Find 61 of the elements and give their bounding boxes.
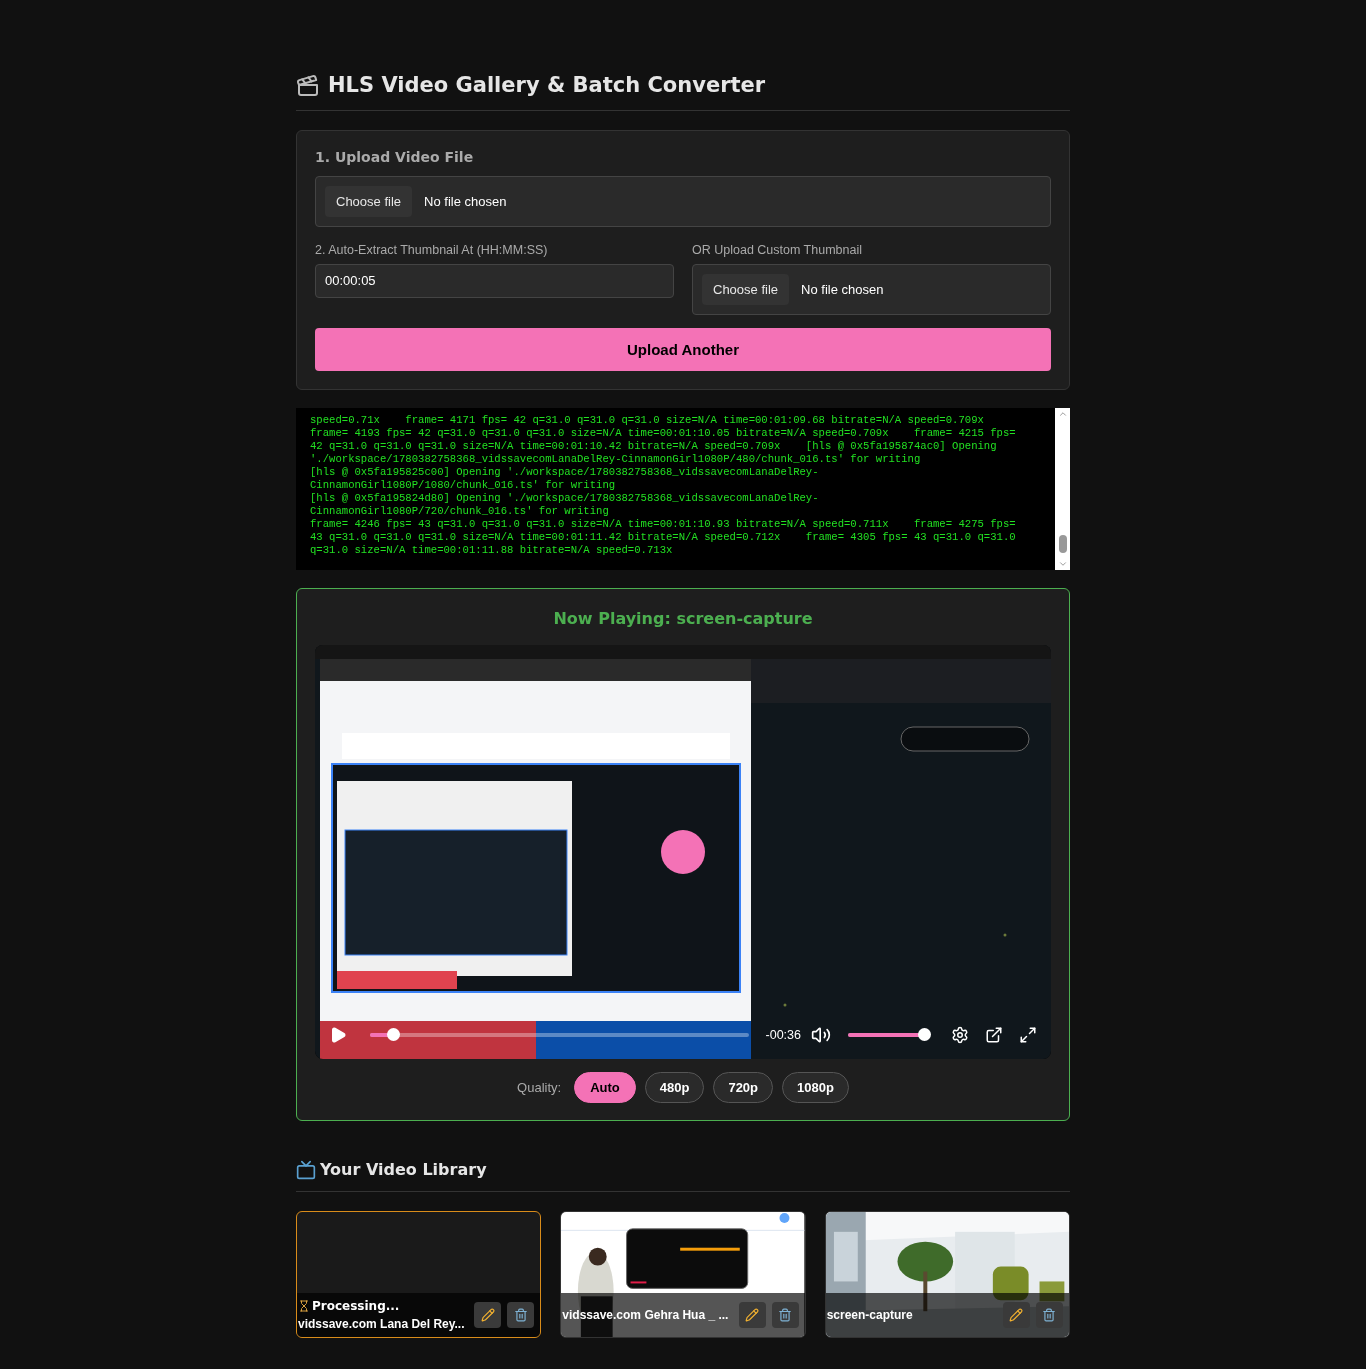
pencil-icon bbox=[745, 1308, 760, 1323]
delete-button[interactable] bbox=[771, 1302, 799, 1329]
log-line: speed=0.71x frame= 4171 fps= 42 q=31.0 q=31.0 q=31.0 size=N/A time=00:01:09.68 bitrate=N/A speed=0.709x bbox=[310, 414, 985, 428]
video-card[interactable]: vidssave.com Gehra Hua _ ... bbox=[560, 1211, 806, 1339]
video-card[interactable]: screen-capture bbox=[824, 1211, 1070, 1339]
file-status: No file chosen bbox=[801, 280, 884, 299]
trash-icon bbox=[778, 1308, 793, 1323]
log-line: 42 q=31.0 q=31.0 q=31.0 size=N/A time=00:01:10.42 bitrate=N/A speed=0.709x [hls @ 0x5fa195874ac0] Opening bbox=[310, 440, 998, 454]
log-line: frame= 4246 fps= 43 q=31.0 q=31.0 q=31.0 size=N/A time=00:01:10.93 bitrate=N/A speed=0.711x frame= 4275 fps= bbox=[310, 518, 1017, 532]
processing-status: Processing... bbox=[312, 1298, 400, 1316]
pencil-icon bbox=[480, 1308, 495, 1323]
rename-button[interactable] bbox=[738, 1302, 766, 1329]
log-line: CinnamonGirl1080P/1080/chunk_016.ts' for writing bbox=[310, 479, 617, 493]
clapperboard-icon bbox=[296, 73, 320, 98]
trash-icon bbox=[513, 1308, 528, 1323]
field-label: OR Upload Custom Thumbnail bbox=[692, 242, 863, 259]
log-line: './workspace/1780382758368_vidssavecomLanaDelRey-CinnamonGirl1080P/480/chunk_016.ts' for writing bbox=[310, 453, 922, 467]
log-line: 43 q=31.0 q=31.0 q=31.0 size=N/A time=00:01:11.42 bitrate=N/A speed=0.712x frame= 4305 fps= 43 q=31.0 q=31.0 bbox=[310, 531, 1017, 545]
pencil-icon bbox=[1009, 1308, 1024, 1323]
log-line: frame= 4193 fps= 42 q=31.0 q=31.0 q=31.0 size=N/A time=00:01:10.05 bitrate=N/A speed=0.709x frame= 4215 fps= bbox=[310, 427, 1017, 441]
tv-icon bbox=[296, 1160, 316, 1181]
page-title: HLS Video Gallery & Batch Converter bbox=[328, 72, 766, 99]
delete-button[interactable] bbox=[1036, 1302, 1063, 1329]
file-input[interactable]: Choose file No file chosen bbox=[315, 175, 1051, 227]
delete-button[interactable] bbox=[507, 1302, 535, 1329]
trash-icon bbox=[1042, 1308, 1057, 1323]
time-remaining: -00:36 bbox=[765, 1026, 801, 1044]
choose-file-button[interactable]: Choose file bbox=[325, 185, 413, 217]
quality-button[interactable]: Auto bbox=[574, 1072, 636, 1104]
scrollbar-thumb[interactable] bbox=[1058, 535, 1067, 554]
video-name: screen-capture bbox=[826, 1307, 913, 1325]
settings-icon[interactable] bbox=[951, 1026, 969, 1045]
video-name: vidssave.com Lana Del Rey... bbox=[298, 1316, 465, 1334]
section-heading: 1. Upload Video File bbox=[315, 147, 475, 167]
field-label: 2. Auto-Extract Thumbnail At (HH:MM:SS) bbox=[315, 242, 549, 259]
volume-icon[interactable] bbox=[811, 1025, 831, 1046]
quality-button[interactable]: 1080p bbox=[782, 1072, 849, 1104]
log-line: [hls @ 0x5fa195825c00] Opening './workspace/1780382758368_vidssavecomLanaDelRey- bbox=[310, 466, 820, 480]
library-title: Your Video Library bbox=[320, 1159, 487, 1182]
video-card[interactable]: Processing... vidssave.com Lana Del Rey... bbox=[296, 1211, 542, 1339]
quality-label: Quality: bbox=[517, 1079, 562, 1097]
file-status: No file chosen bbox=[424, 192, 507, 211]
quality-button[interactable]: 720p bbox=[713, 1072, 774, 1104]
now-playing-title: Now Playing: screen-capture bbox=[552, 608, 814, 631]
video-player[interactable]: -00:36 bbox=[315, 645, 1051, 1060]
scrollbar[interactable] bbox=[1055, 408, 1070, 571]
log-line: [hls @ 0x5fa195824d80] Opening './workspace/1780382758368_vidssavecomLanaDelRey- bbox=[310, 492, 820, 506]
upload-button[interactable]: Upload Another bbox=[315, 328, 1051, 372]
popout-icon[interactable] bbox=[985, 1026, 1003, 1045]
choose-file-button[interactable]: Choose file bbox=[702, 273, 790, 306]
quality-button[interactable]: 480p bbox=[644, 1072, 705, 1104]
log-line: q=31.0 size=N/A time=00:01:11.88 bitrate=N/A speed=0.713x bbox=[310, 544, 674, 558]
log-line: CinnamonGirl1080P/720/chunk_016.ts' for writing bbox=[310, 505, 610, 519]
video-name: vidssave.com Gehra Hua _ ... bbox=[562, 1307, 729, 1325]
rename-button[interactable] bbox=[1003, 1302, 1030, 1329]
rename-button[interactable] bbox=[474, 1302, 502, 1329]
time-input-field[interactable]: 00:00:05 bbox=[315, 263, 674, 298]
file-input[interactable]: Choose file No file chosen bbox=[692, 263, 1051, 316]
hourglass-icon bbox=[298, 1300, 310, 1313]
play-icon[interactable] bbox=[329, 1026, 347, 1045]
fullscreen-icon[interactable] bbox=[1019, 1026, 1037, 1045]
